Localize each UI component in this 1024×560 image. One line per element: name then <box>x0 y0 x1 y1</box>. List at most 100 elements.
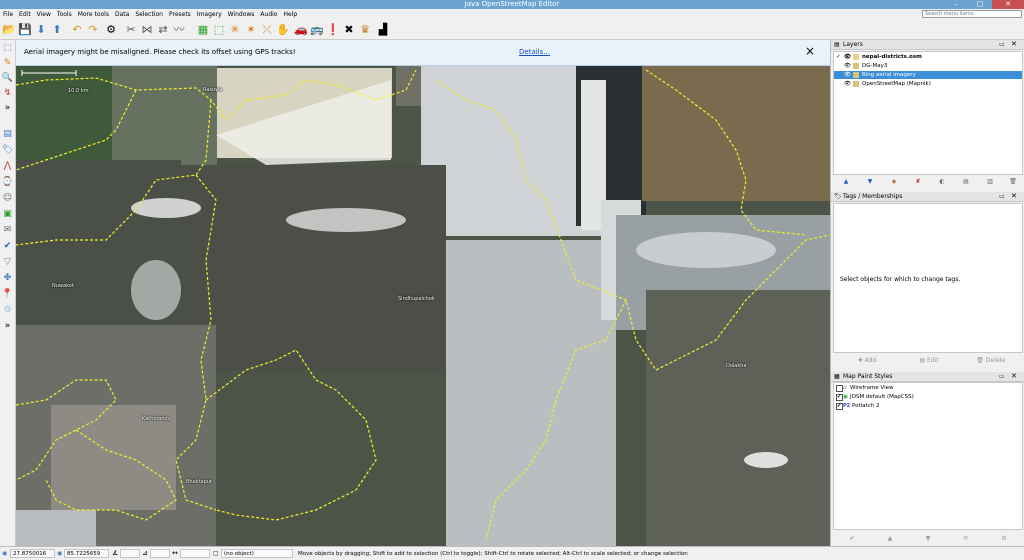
close-window-icon[interactable]: ✕ <box>992 0 1024 9</box>
delete-layer-icon[interactable]: 🗑 <box>1005 176 1021 187</box>
more-modes-icon[interactable]: » <box>1 102 14 115</box>
visibility-eye-icon[interactable]: 👁 <box>844 71 851 79</box>
notes-icon[interactable]: ✉ <box>1 224 14 237</box>
delete-tag-button[interactable]: 🗑 Delete <box>961 355 1021 366</box>
menu-more-tools[interactable]: More tools <box>75 9 112 20</box>
edit-tag-button[interactable]: ▤ Edit <box>899 355 959 366</box>
distance-icon: ↔ <box>172 549 178 557</box>
orthogonalize-icon[interactable]: ⬚ <box>212 23 226 37</box>
style-row[interactable]: ✔ P2 Potlatch 2 <box>834 402 1022 410</box>
paint-icon[interactable]: ✤ <box>1 272 14 285</box>
move-style-up-icon[interactable]: ▲ <box>875 533 905 544</box>
improve-way-icon[interactable]: ↯ <box>1 87 14 100</box>
delete-icon[interactable]: ✶ <box>244 23 258 37</box>
layer-row[interactable]: 👁 OpenStreetMap (Mapnik) <box>834 80 1022 88</box>
layers-buttons: ▲ ▼ ◈ ✘ ◐ ▤ ▥ 🗑 <box>833 176 1023 188</box>
preferences-icon[interactable]: ⚙ <box>104 23 118 37</box>
relation-icon[interactable]: ⋀ <box>1 160 14 173</box>
download-icon[interactable]: ⬇ <box>34 23 48 37</box>
zoom-mode-icon[interactable]: 🔍 <box>1 72 14 85</box>
layer-type-icon <box>853 72 859 78</box>
cross-icon[interactable]: ✖ <box>342 23 356 37</box>
building-icon[interactable]: ♛ <box>358 23 372 37</box>
minimize-icon[interactable]: – <box>944 0 968 9</box>
draw-mode-icon[interactable]: ✎ <box>1 57 14 70</box>
open-file-icon[interactable]: 📂 <box>2 23 16 37</box>
bus-icon[interactable]: 🚌 <box>310 23 324 37</box>
menu-view[interactable]: View <box>34 9 54 20</box>
panel-close-icon[interactable]: ✕ <box>1011 372 1017 380</box>
menu-search-input[interactable]: Search menu items <box>922 10 1022 18</box>
author-icon[interactable]: ☺ <box>1 192 14 205</box>
factory-icon[interactable]: ▟ <box>376 23 390 37</box>
map-view[interactable]: 10.0 km Aerial imagery might be misalign… <box>16 40 830 546</box>
move-up-icon[interactable]: ▲ <box>837 176 855 187</box>
visibility-eye-icon[interactable]: 👁 <box>844 80 851 88</box>
style-row[interactable]: ✔ ▣ JOSM default (MapCSS) <box>834 393 1022 401</box>
layer-row[interactable]: ✔ 👁 nepal-districts.osm <box>834 53 1022 61</box>
move-style-down-icon[interactable]: ▼ <box>913 533 943 544</box>
maximize-icon[interactable]: □ <box>968 0 992 9</box>
car-icon[interactable]: 🚗 <box>294 23 308 37</box>
reverse-way-icon[interactable]: ⇄ <box>156 23 170 37</box>
style-checkbox-checked[interactable]: ✔ <box>836 394 843 401</box>
add-tag-button[interactable]: ✚ Add <box>837 355 897 366</box>
combine-way-icon[interactable]: ⋈ <box>140 23 154 37</box>
undo-icon[interactable]: ↶ <box>70 23 84 37</box>
layer-info-icon[interactable]: ▤ <box>957 176 975 187</box>
validation-icon[interactable]: ▦ <box>196 23 210 37</box>
style-row[interactable]: ▱ Wireframe View <box>834 384 1022 392</box>
hand-icon[interactable]: ✋ <box>276 23 290 37</box>
styles-title: Map Paint Styles <box>843 373 893 380</box>
reload-style-icon[interactable]: ⟳ <box>951 533 981 544</box>
menu-selection[interactable]: Selection <box>132 9 166 20</box>
duplicate-layer-icon[interactable]: ◈ <box>885 176 903 187</box>
menu-file[interactable]: File <box>0 9 16 20</box>
select-mode-icon[interactable]: ⬚ <box>1 42 14 55</box>
menu-presets[interactable]: Presets <box>166 9 194 20</box>
style-settings-icon[interactable]: ⚙ <box>989 533 1019 544</box>
split-way-icon[interactable]: ✂ <box>124 23 138 37</box>
merge-layer-icon[interactable]: ✘ <box>909 176 927 187</box>
panel-close-icon[interactable]: ✕ <box>1011 192 1017 200</box>
imagery-icon[interactable]: ▣ <box>1 208 14 221</box>
filter-icon[interactable]: ▽ <box>1 256 14 269</box>
menu-windows[interactable]: Windows <box>225 9 258 20</box>
layer-list-icon[interactable]: ▤ <box>1 128 14 141</box>
notice-details-link[interactable]: Details... <box>519 48 550 56</box>
panel-minimize-icon[interactable]: ▭ <box>999 193 1005 200</box>
layer-row[interactable]: 👁 DG-May3 <box>834 62 1022 70</box>
layer-opacity-icon[interactable]: ◐ <box>933 176 951 187</box>
redo-icon[interactable]: ↷ <box>86 23 100 37</box>
cycle-icon[interactable]: ♲ <box>1 304 14 317</box>
map-pin-icon[interactable]: 📍 <box>1 288 14 301</box>
layer-settings-icon[interactable]: ▥ <box>981 176 999 187</box>
warning-icon[interactable]: ❗ <box>326 23 340 37</box>
menu-tools[interactable]: Tools <box>54 9 75 20</box>
close-icon[interactable]: × <box>805 44 815 58</box>
style-checkbox-checked[interactable]: ✔ <box>836 403 843 410</box>
menu-help[interactable]: Help <box>280 9 300 20</box>
checkmark-icon[interactable]: ✔ <box>1 240 14 253</box>
align-circle-icon[interactable]: ✳ <box>228 23 242 37</box>
menu-data[interactable]: Data <box>112 9 132 20</box>
simplify-way-icon[interactable]: 〰 <box>172 23 186 37</box>
menu-audio[interactable]: Audio <box>257 9 280 20</box>
menu-imagery[interactable]: Imagery <box>194 9 225 20</box>
visibility-eye-icon[interactable]: 👁 <box>844 53 851 61</box>
save-icon[interactable]: 💾 <box>18 23 32 37</box>
join-node-icon[interactable]: ⤫ <box>260 23 274 37</box>
panel-close-icon[interactable]: ✕ <box>1011 40 1017 48</box>
history-icon[interactable]: ⌚ <box>1 176 14 189</box>
tag-icon[interactable]: 🏷 <box>1 144 14 157</box>
activate-style-icon[interactable]: ✔ <box>837 533 867 544</box>
style-checkbox[interactable] <box>836 385 843 392</box>
more-dialogs-icon[interactable]: » <box>1 320 14 333</box>
panel-minimize-icon[interactable]: ▭ <box>999 373 1005 380</box>
menu-edit[interactable]: Edit <box>16 9 34 20</box>
visibility-eye-icon[interactable]: 👁 <box>844 62 851 70</box>
layer-row-selected[interactable]: 👁 Bing aerial imagery <box>834 71 1022 79</box>
upload-icon[interactable]: ⬆ <box>50 23 64 37</box>
move-down-icon[interactable]: ▼ <box>861 176 879 187</box>
panel-minimize-icon[interactable]: ▭ <box>999 41 1005 48</box>
